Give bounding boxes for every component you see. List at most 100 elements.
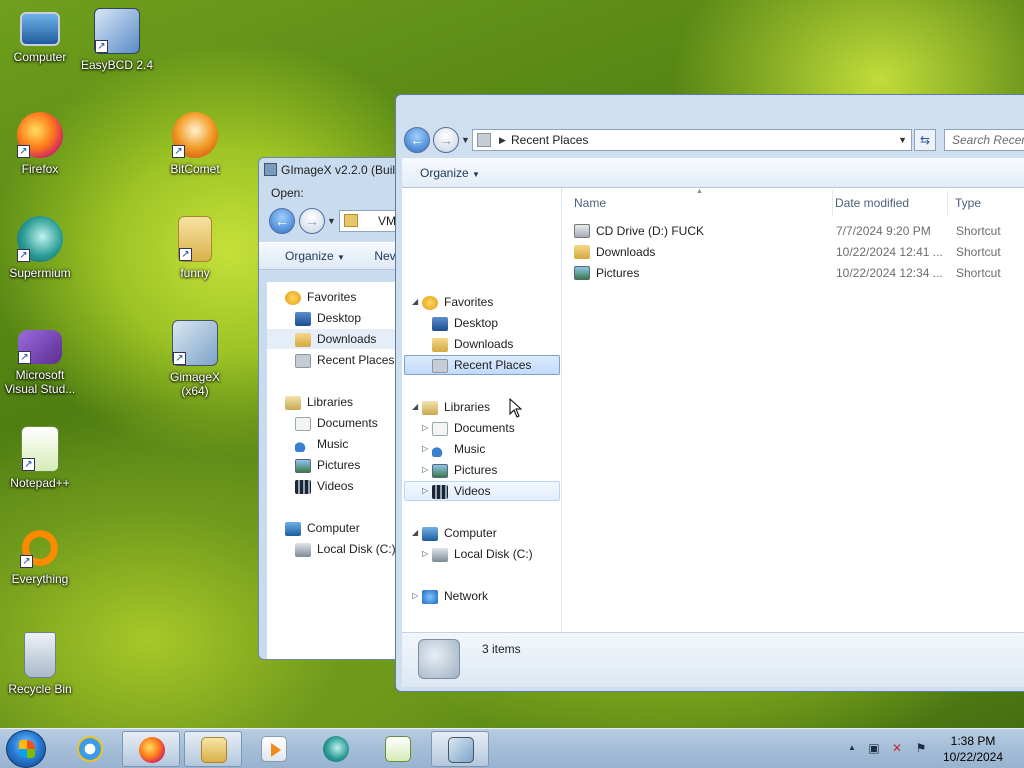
nav-local-disk[interactable]: Local Disk (C:) — [432, 544, 533, 564]
nav-desktop[interactable]: Desktop — [432, 313, 498, 333]
taskbar-notepadpp[interactable] — [369, 731, 427, 767]
local-disk-icon — [295, 542, 311, 557]
desktop-icon-label: Everything — [11, 572, 69, 586]
back-button[interactable]: ← — [404, 127, 430, 153]
nav-documents[interactable]: Documents — [432, 418, 515, 438]
column-divider[interactable] — [947, 190, 948, 216]
nav-desktop[interactable]: Desktop — [295, 308, 361, 328]
collapse-arrow-icon[interactable]: ◢ — [412, 397, 418, 417]
collapse-arrow-icon[interactable]: ◢ — [412, 523, 418, 543]
new-folder-button[interactable]: Nev — [374, 249, 395, 263]
nav-documents[interactable]: Documents — [295, 413, 378, 433]
address-text: Recent Places — [511, 133, 589, 147]
desktop-icon-recycle-bin[interactable]: Recycle Bin — [0, 632, 80, 696]
bitcomet-icon: ↗ — [172, 112, 218, 158]
address-dropdown-icon[interactable]: ▼ — [898, 130, 907, 150]
desktop-icon-label: Firefox — [21, 162, 59, 176]
nav-network[interactable]: Network — [422, 586, 488, 606]
refresh-button[interactable]: ⇆ — [914, 129, 936, 151]
search-input[interactable]: Search Recent — [944, 129, 1024, 151]
recent-places-icon — [477, 133, 491, 147]
nav-pictures[interactable]: Pictures — [432, 460, 497, 480]
history-dropdown-icon[interactable]: ▼ — [461, 135, 470, 145]
forward-button[interactable]: → — [433, 127, 459, 153]
taskbar-supermium[interactable] — [307, 731, 365, 767]
nav-favorites[interactable]: Favorites — [422, 292, 493, 312]
show-hidden-icons-icon[interactable]: ▲ — [845, 741, 859, 755]
desktop-icon-computer[interactable]: Computer — [0, 8, 80, 64]
nav-downloads[interactable]: Downloads — [432, 334, 513, 354]
nav-computer[interactable]: Computer — [285, 518, 360, 538]
nav-libraries[interactable]: Libraries — [285, 392, 353, 412]
breadcrumb-arrow-icon: ▶ — [499, 135, 506, 145]
expand-arrow-icon[interactable]: ▷ — [422, 544, 428, 564]
expand-arrow-icon[interactable]: ▷ — [422, 481, 428, 501]
notepadpp-icon — [385, 736, 411, 762]
nav-favorites[interactable]: Favorites — [285, 287, 356, 307]
search-placeholder: Search Recent — [952, 133, 1024, 147]
back-button[interactable]: ← — [269, 208, 295, 234]
nav-libraries[interactable]: Libraries — [422, 397, 490, 417]
taskbar-media-player[interactable] — [245, 731, 303, 767]
desktop-icon-supermium[interactable]: ↗ Supermium — [0, 216, 80, 280]
desktop-icon-funny[interactable]: ↗ funny — [155, 216, 235, 280]
collapse-arrow-icon[interactable]: ◢ — [412, 292, 418, 312]
forward-button[interactable]: → — [299, 208, 325, 234]
desktop-icon-everything[interactable]: ↗ Everything — [0, 528, 80, 586]
nav-recent-places[interactable]: Recent Places — [295, 350, 394, 370]
window-titlebar[interactable]: GImageX v2.2.0 (Built — [259, 158, 407, 182]
nav-downloads[interactable]: Downloads — [267, 329, 407, 349]
everything-icon: ↗ — [20, 528, 60, 568]
nav-recent-places[interactable]: Recent Places — [432, 355, 531, 375]
expand-arrow-icon[interactable]: ▷ — [422, 439, 428, 459]
column-header-name[interactable]: Name — [574, 196, 606, 210]
file-row[interactable]: Downloads 10/22/2024 12:41 ... Shortcut — [574, 242, 1024, 262]
taskbar-firefox[interactable] — [122, 731, 180, 767]
history-dropdown-icon[interactable]: ▼ — [327, 216, 336, 226]
taskbar-explorer[interactable] — [184, 731, 242, 767]
organize-button[interactable]: Organize ▼ — [420, 166, 480, 180]
explorer-window[interactable]: ← → ▼ ▶ Recent Places ▼ ⇆ Search Recent … — [395, 94, 1024, 692]
nav-computer[interactable]: Computer — [422, 523, 497, 543]
nav-local-disk[interactable]: Local Disk (C:) — [295, 539, 396, 559]
address-bar[interactable]: ▶ Recent Places ▼ — [472, 129, 912, 151]
taskbar-clock[interactable]: 1:38 PM 10/22/2024 — [925, 733, 1021, 765]
shortcut-arrow-icon: ↗ — [17, 249, 30, 262]
desktop-icon-easybcd[interactable]: ↗ EasyBCD 2.4 — [77, 8, 157, 72]
nav-music[interactable]: Music — [295, 434, 348, 454]
file-date: 10/22/2024 12:34 ... — [836, 266, 943, 280]
expand-arrow-icon[interactable]: ▷ — [422, 460, 428, 480]
file-row[interactable]: Pictures 10/22/2024 12:34 ... Shortcut — [574, 263, 1024, 283]
expand-arrow-icon[interactable]: ▷ — [422, 418, 428, 438]
nav-pictures[interactable]: Pictures — [295, 455, 360, 475]
pictures-icon — [295, 458, 311, 473]
desktop-icon-gimagex[interactable]: ↗ GimageX (x64) — [155, 320, 235, 398]
desktop-icon-notepadpp[interactable]: ↗ Notepad++ — [0, 426, 80, 490]
column-header-date[interactable]: Date modified — [835, 196, 909, 210]
shortcut-arrow-icon: ↗ — [20, 555, 33, 568]
start-button[interactable] — [6, 730, 46, 768]
desktop-icon-bitcomet[interactable]: ↗ BitComet — [155, 112, 235, 176]
desktop-icon-label: Recycle Bin — [8, 682, 72, 696]
file-list: ▲ Name Date modified Type CD Drive (D:) … — [562, 188, 1024, 632]
organize-button[interactable]: Organize ▼ — [285, 249, 345, 263]
taskbar-internet-explorer[interactable] — [61, 731, 119, 767]
star-icon — [285, 290, 301, 305]
desktop-icon-firefox[interactable]: ↗ Firefox — [0, 112, 80, 176]
nav-music[interactable]: Music — [432, 439, 485, 459]
recent-places-large-icon — [418, 639, 460, 679]
firefox-icon — [139, 737, 165, 763]
column-divider[interactable] — [832, 190, 833, 216]
computer-icon — [422, 526, 438, 541]
desktop-icon-visual-studio[interactable]: ↗ Microsoft Visual Stud... — [0, 330, 80, 396]
expand-arrow-icon[interactable]: ▷ — [412, 586, 418, 606]
volume-muted-icon[interactable]: ✕ — [890, 741, 904, 755]
network-tray-icon[interactable]: ▣ — [867, 741, 881, 755]
gimagex-open-dialog[interactable]: GImageX v2.2.0 (Built Open: ← → ▼ VM Org… — [258, 157, 408, 660]
file-name: CD Drive (D:) FUCK — [596, 224, 704, 238]
nav-videos[interactable]: Videos — [295, 476, 353, 496]
taskbar-gimagex[interactable] — [431, 731, 489, 767]
file-row[interactable]: CD Drive (D:) FUCK 7/7/2024 9:20 PM Shor… — [574, 221, 1024, 241]
column-header-type[interactable]: Type — [955, 196, 981, 210]
nav-videos[interactable]: Videos — [432, 481, 490, 501]
